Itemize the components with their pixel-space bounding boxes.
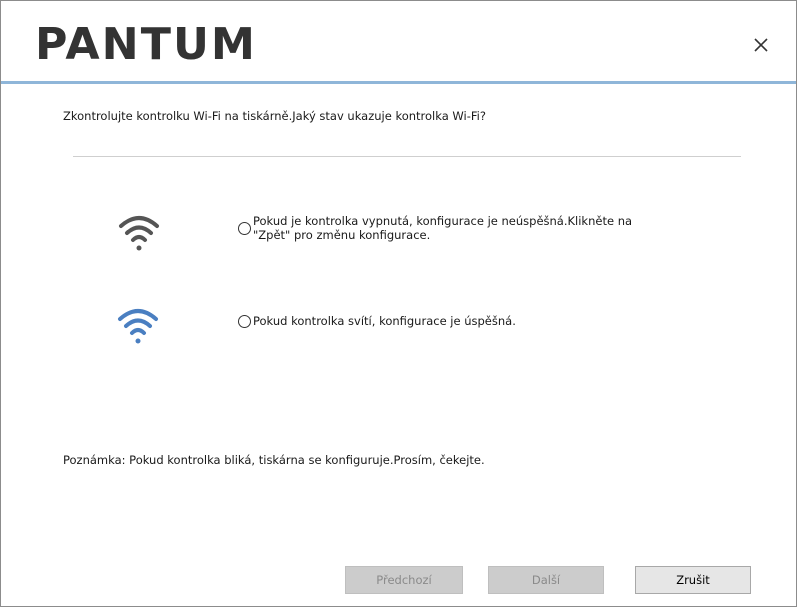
option-led-off-label[interactable]: Pokud je kontrolka vypnutá, konfigurace … (253, 214, 673, 242)
header-accent-line (1, 81, 796, 84)
option-led-off-line2: "Zpět" pro změnu konfigurace. (253, 228, 431, 242)
next-button[interactable]: Další (488, 566, 604, 594)
blinking-note: Poznámka: Pokud kontrolka bliká, tiskárn… (63, 453, 485, 467)
wifi-on-icon (118, 309, 158, 344)
cancel-button[interactable]: Zrušit (635, 566, 751, 594)
close-icon[interactable] (747, 31, 775, 59)
wifi-question-text: Zkontrolujte kontrolku Wi-Fi na tiskárně… (63, 109, 486, 123)
content-divider (73, 156, 741, 157)
svg-text:PANTUM: PANTUM (35, 23, 257, 63)
pantum-logo: PANTUM (35, 23, 257, 63)
dialog-header: PANTUM (1, 1, 796, 81)
option-led-off-line1: Pokud je kontrolka vypnutá, konfigurace … (253, 214, 633, 228)
radio-led-on[interactable] (238, 315, 251, 328)
radio-led-off[interactable] (238, 222, 251, 235)
wifi-off-icon (119, 216, 159, 251)
previous-button[interactable]: Předchozí (345, 566, 463, 594)
option-led-on-label[interactable]: Pokud kontrolka svítí, konfigurace je ús… (253, 314, 516, 328)
setup-dialog: PANTUM Zkontrolujte kontrolku Wi-Fi na t… (0, 0, 797, 607)
